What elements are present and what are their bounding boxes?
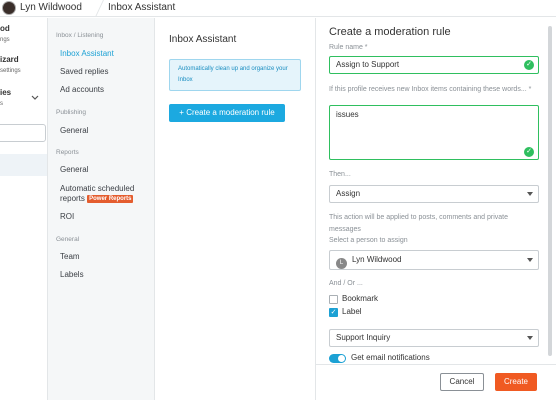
nav-item-inbox-assistant[interactable]: Inbox Assistant xyxy=(60,49,114,59)
create-rule-panel: Create a moderation rule Rule name * Ass… xyxy=(316,18,556,400)
sidebar-item-wizard-sub: settings xyxy=(0,68,21,74)
caret-down-icon xyxy=(527,258,533,262)
nav-item-reports-general[interactable]: General xyxy=(60,165,88,175)
inbox-assistant-panel: Inbox Assistant Automatically clean up a… xyxy=(155,18,316,400)
form-title: Create a moderation rule xyxy=(329,26,451,38)
action-note: This action will be applied to posts, co… xyxy=(329,214,508,233)
nav-item-automatic-reports-line2: reports xyxy=(60,194,85,203)
breadcrumb-separator xyxy=(84,0,104,17)
action-select[interactable]: Assign xyxy=(329,185,539,203)
nav-item-automatic-reports-line1: Automatic scheduled xyxy=(60,184,135,193)
label-select-value: Support Inquiry xyxy=(336,333,391,342)
rule-name-input[interactable]: Assign to Support ✓ xyxy=(329,56,539,74)
nav-section-publishing: Publishing xyxy=(56,109,86,116)
assignee-value: Lyn Wildwood xyxy=(352,255,402,264)
chevron-down-icon[interactable] xyxy=(31,95,39,101)
create-moderation-rule-button[interactable]: + Create a moderation rule xyxy=(169,104,285,122)
info-tip: Automatically clean up and organize your… xyxy=(169,59,301,91)
bookmark-label: Bookmark xyxy=(342,294,379,303)
search-input[interactable] xyxy=(0,124,46,142)
nav-item-automatic-reports[interactable]: Automatic scheduled reports Power Report… xyxy=(60,184,134,204)
caret-down-icon xyxy=(527,336,533,340)
sidebar-item-profile[interactable]: od xyxy=(0,24,10,33)
cancel-button[interactable]: Cancel xyxy=(440,373,484,391)
sidebar-item-properties[interactable]: ies xyxy=(0,88,11,97)
scrollbar[interactable] xyxy=(548,26,552,356)
rule-name-label: Rule name * xyxy=(329,44,368,51)
sidebar-item-selected[interactable] xyxy=(0,154,47,176)
settings-sidebar: od ngs izard settings ies s xyxy=(0,18,48,400)
nav-section-reports: Reports xyxy=(56,149,79,156)
form-footer: Cancel Create xyxy=(316,364,556,400)
email-notifications-label: Get email notifications xyxy=(351,353,430,362)
user-avatar[interactable] xyxy=(2,1,16,15)
nav-item-labels[interactable]: Labels xyxy=(60,270,84,280)
keywords-value: issues xyxy=(336,110,359,119)
nav-section-general: General xyxy=(56,236,80,243)
sidebar-item-profile-sub: ngs xyxy=(0,37,10,43)
breadcrumb-page-title: Inbox Assistant xyxy=(108,2,176,13)
keywords-label: If this profile receives new Inbox items… xyxy=(329,86,532,93)
label-checkbox-label: Label xyxy=(342,307,362,316)
power-reports-badge: Power Reports xyxy=(87,195,134,203)
user-name[interactable]: Lyn Wildwood xyxy=(20,2,82,13)
nav-item-ad-accounts[interactable]: Ad accounts xyxy=(60,85,104,95)
nav-section-inbox: Inbox / Listening xyxy=(56,32,104,39)
then-label: Then... xyxy=(329,171,351,178)
sidebar-item-properties-sub: s xyxy=(0,101,3,107)
sidebar-item-wizard[interactable]: izard xyxy=(0,55,19,64)
settings-nav: Inbox / Listening Inbox Assistant Saved … xyxy=(48,18,155,400)
nav-item-team[interactable]: Team xyxy=(60,252,80,262)
nav-item-roi[interactable]: ROI xyxy=(60,212,74,222)
assignee-select[interactable]: L Lyn Wildwood xyxy=(329,250,539,270)
caret-down-icon xyxy=(527,192,533,196)
bookmark-checkbox[interactable] xyxy=(329,295,338,304)
valid-check-icon: ✓ xyxy=(524,60,534,70)
rule-name-value: Assign to Support xyxy=(336,60,400,69)
action-value: Assign xyxy=(336,189,361,198)
create-button[interactable]: Create xyxy=(495,373,537,391)
valid-check-icon: ✓ xyxy=(524,147,534,157)
inbox-assistant-title: Inbox Assistant xyxy=(169,34,237,45)
nav-item-saved-replies[interactable]: Saved replies xyxy=(60,67,108,77)
email-notifications-toggle[interactable] xyxy=(329,354,346,363)
label-select[interactable]: Support Inquiry xyxy=(329,329,539,347)
and-or-label: And / Or ... xyxy=(329,280,363,287)
assignee-avatar: L xyxy=(336,258,347,269)
person-label: Select a person to assign xyxy=(329,237,408,244)
label-checkbox[interactable]: ✓ xyxy=(329,308,338,317)
keywords-textarea[interactable]: issues ✓ xyxy=(329,105,539,160)
top-bar: Lyn Wildwood Inbox Assistant xyxy=(0,0,556,17)
nav-item-publishing-general[interactable]: General xyxy=(60,126,88,136)
